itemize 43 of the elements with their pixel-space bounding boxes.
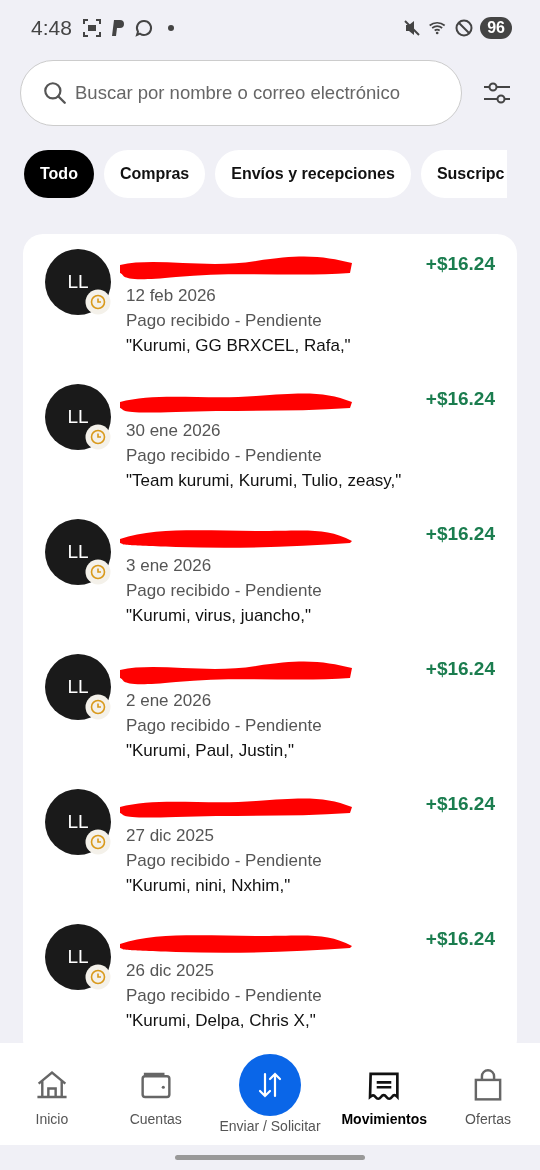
transaction-status: Pago recibido - Pendiente — [126, 985, 323, 1007]
swap-arrows-icon — [256, 1071, 284, 1099]
do-not-disturb-icon — [454, 18, 475, 38]
transaction-note: "Kurumi, virus, juancho," — [126, 605, 312, 627]
nav-label[interactable]: Enviar / Solicitar — [219, 1118, 321, 1134]
filter-chip[interactable]: Envíos y recepciones — [215, 150, 411, 198]
transaction-status: Pago recibido - Pendiente — [126, 580, 323, 602]
transaction-date: 3 ene 2026 — [126, 555, 213, 577]
transaction-amount: +$16.24 — [425, 927, 495, 951]
nav-tab[interactable]: Ofertas — [465, 1111, 511, 1127]
transaction-amount: +$16.24 — [425, 387, 495, 411]
nav-tab[interactable]: Movimientos — [341, 1111, 427, 1127]
transaction-status: Pago recibido - Pendiente — [126, 850, 323, 872]
chat-bubble-icon — [133, 18, 154, 38]
transaction-amount: +$16.24 — [425, 522, 495, 546]
battery-level: 96 — [480, 17, 512, 39]
transaction-date: 26 dic 2025 — [126, 960, 215, 982]
transaction-note: "Kurumi, nini, Nxhim," — [126, 875, 292, 897]
transaction-status: Pago recibido - Pendiente — [126, 445, 323, 467]
filter-chip[interactable]: Suscripc — [420, 150, 507, 198]
status-time: 4:48 — [31, 16, 72, 40]
filter-icon[interactable] — [482, 80, 512, 106]
transaction-amount: +$16.24 — [425, 252, 495, 276]
transaction-status: Pago recibido - Pendiente — [126, 715, 323, 737]
transaction-note: "Kurumi, Paul, Justin," — [126, 740, 295, 762]
filter-chip[interactable]: Todo — [24, 150, 94, 198]
transaction-date: 12 feb 2026 — [126, 285, 217, 307]
dot-icon — [165, 23, 176, 33]
transaction-note: "Kurumi, GG BRXCEL, Rafa," — [126, 335, 352, 357]
transaction-date: 27 dic 2025 — [126, 825, 215, 847]
transaction-date: 2 ene 2026 — [126, 690, 213, 712]
search-icon — [42, 80, 68, 106]
screenshot-icon — [81, 18, 102, 38]
transaction-note: "Team kurumi, Kurumi, Tulio, zeasy," — [126, 470, 403, 492]
transaction-status: Pago recibido - Pendiente — [126, 310, 323, 332]
filter-chip[interactable]: Compras — [103, 150, 206, 198]
transaction-note: "Kurumi, Delpa, Chris X," — [126, 1010, 317, 1032]
transaction-amount: +$16.24 — [425, 657, 495, 681]
transaction-date: 30 ene 2026 — [126, 420, 222, 442]
transaction-amount: +$16.24 — [425, 792, 495, 816]
nav-tab[interactable]: Inicio — [35, 1111, 69, 1127]
nav-tab[interactable]: Cuentas — [129, 1111, 182, 1127]
search-field[interactable]: Buscar por nombre o correo electrónico — [20, 60, 462, 126]
